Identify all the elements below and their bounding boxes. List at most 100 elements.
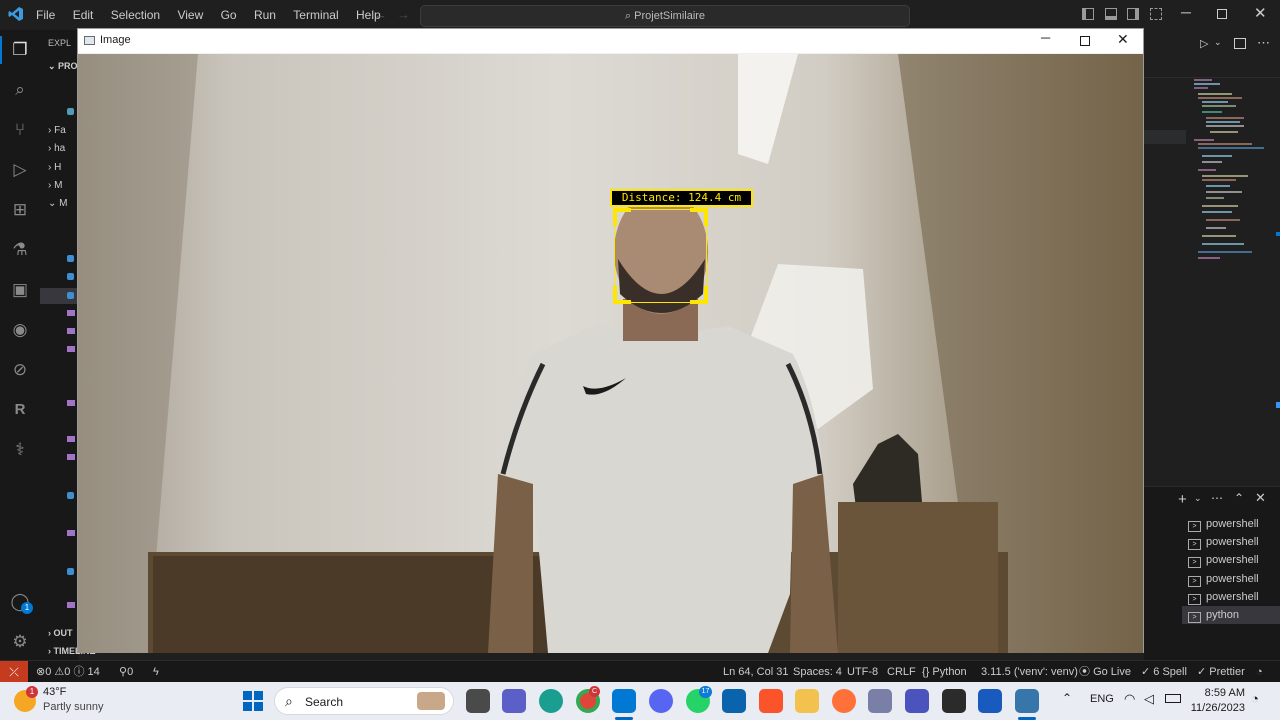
terminal-tab[interactable]: > powershell bbox=[1188, 533, 1280, 551]
outlook-icon[interactable] bbox=[722, 689, 746, 713]
maximize-icon[interactable] bbox=[1217, 9, 1227, 19]
menu-view[interactable]: View bbox=[177, 8, 203, 22]
encoding[interactable]: UTF-8 bbox=[847, 661, 878, 683]
split-editor-icon[interactable] bbox=[1234, 38, 1246, 49]
extensions-icon[interactable]: ⊞ bbox=[8, 198, 32, 222]
lightning-icon[interactable]: ϟ bbox=[153, 661, 159, 683]
maximize-icon[interactable] bbox=[1080, 36, 1090, 46]
chevron-down-icon[interactable]: ⌄ bbox=[1194, 493, 1202, 504]
python-interpreter[interactable]: 3.11.5 ('venv': venv) bbox=[981, 661, 1078, 683]
terminal-tab[interactable]: > powershell bbox=[1188, 551, 1280, 569]
forward-arrow-icon[interactable]: → bbox=[397, 7, 410, 22]
minimize-icon[interactable]: ─ bbox=[1181, 4, 1191, 20]
task-view-icon[interactable] bbox=[466, 689, 490, 713]
menu-selection[interactable]: Selection bbox=[111, 8, 160, 22]
close-icon[interactable]: ✕ bbox=[1254, 4, 1267, 22]
clock-time[interactable]: 8:59 AM bbox=[1193, 687, 1245, 699]
spell-check[interactable]: ✓ 6 Spell bbox=[1141, 661, 1187, 683]
chevron-down-icon[interactable]: ⌄ bbox=[1214, 37, 1222, 48]
toggle-secondary-sidebar-icon[interactable] bbox=[1127, 8, 1139, 20]
app-icon[interactable] bbox=[868, 689, 892, 713]
more-actions-icon[interactable]: ⋯ bbox=[1257, 35, 1270, 51]
word-icon[interactable] bbox=[978, 689, 1002, 713]
terminal-tab-label: powershell bbox=[1206, 554, 1259, 566]
source-control-icon[interactable]: ⑂ bbox=[8, 118, 32, 142]
tree-item[interactable]: › ha bbox=[48, 143, 65, 154]
menu-file[interactable]: File bbox=[36, 8, 55, 22]
tree-item[interactable]: ⌄ M bbox=[48, 198, 68, 209]
outline-section[interactable]: › OUT bbox=[48, 628, 73, 638]
python-app-icon[interactable] bbox=[1015, 689, 1039, 713]
menu-edit[interactable]: Edit bbox=[73, 8, 94, 22]
notifications-bell-icon[interactable]: ◔ bbox=[1256, 661, 1263, 683]
close-panel-icon[interactable]: ✕ bbox=[1255, 490, 1266, 506]
minimize-icon[interactable]: ─ bbox=[1041, 30, 1050, 45]
battery-icon[interactable] bbox=[1165, 694, 1181, 703]
github-icon[interactable]: ◉ bbox=[8, 318, 32, 342]
gitlens-icon[interactable]: ⊘ bbox=[8, 358, 32, 382]
remote-explorer-icon[interactable]: ▣ bbox=[8, 278, 32, 302]
notifications-bell-icon[interactable]: ◔ bbox=[1251, 691, 1259, 706]
image-file-icon bbox=[67, 602, 75, 608]
cursor-position[interactable]: Ln 64, Col 31 bbox=[723, 661, 788, 683]
r-language-icon[interactable]: R bbox=[8, 398, 32, 422]
more-actions-icon[interactable]: ⋯ bbox=[1211, 491, 1223, 505]
obs-icon[interactable] bbox=[942, 689, 966, 713]
tree-item[interactable]: › M bbox=[48, 180, 62, 191]
discord-icon[interactable] bbox=[649, 689, 673, 713]
show-hidden-icons-chevron-icon[interactable]: ⌃ bbox=[1062, 691, 1072, 705]
python-icon[interactable]: ⚕ bbox=[8, 438, 32, 462]
search-highlight-image bbox=[417, 692, 445, 710]
indentation[interactable]: Spaces: 4 bbox=[793, 661, 842, 683]
search-icon[interactable]: ⌕ bbox=[8, 78, 32, 102]
start-button-icon[interactable] bbox=[243, 691, 263, 711]
close-icon[interactable]: ✕ bbox=[1117, 31, 1129, 48]
menu-go[interactable]: Go bbox=[221, 8, 237, 22]
customize-layout-icon[interactable] bbox=[1150, 8, 1162, 20]
terminal-tab-label: python bbox=[1206, 609, 1240, 621]
file-explorer-icon[interactable] bbox=[795, 689, 819, 713]
tree-item[interactable]: › Fa bbox=[48, 125, 66, 136]
back-arrow-icon[interactable]: ← bbox=[374, 7, 387, 22]
explorer-icon[interactable]: ❐ bbox=[8, 38, 32, 62]
weather-description[interactable]: Partly sunny bbox=[43, 701, 104, 713]
firefox-icon[interactable] bbox=[832, 689, 856, 713]
tree-item[interactable]: › H bbox=[48, 162, 61, 173]
terminal-tab-active[interactable]: > python bbox=[1182, 606, 1280, 624]
teams-icon[interactable] bbox=[905, 689, 929, 713]
terminal-tab[interactable]: > powershell bbox=[1188, 588, 1280, 606]
new-terminal-icon[interactable]: + bbox=[1178, 491, 1187, 508]
taskbar-search-box[interactable]: ⌕ Search bbox=[274, 687, 454, 715]
ports-indicator[interactable]: ⚲0 bbox=[119, 661, 133, 683]
brave-browser-icon[interactable] bbox=[759, 689, 783, 713]
menu-terminal[interactable]: Terminal bbox=[293, 8, 338, 22]
toggle-sidebar-icon[interactable] bbox=[1082, 8, 1094, 20]
run-file-icon[interactable]: ▷ bbox=[1200, 37, 1208, 50]
settings-gear-icon[interactable]: ⚙ bbox=[8, 630, 32, 654]
teams-chat-icon[interactable] bbox=[502, 689, 526, 713]
language-mode[interactable]: {} Python bbox=[922, 661, 967, 683]
go-live-button[interactable]: ⦿ Go Live bbox=[1079, 661, 1131, 683]
volume-icon[interactable]: ◁ bbox=[1144, 691, 1154, 707]
explorer-root-folder[interactable]: ⌄ PRO bbox=[48, 61, 78, 72]
terminal-tab[interactable]: > powershell bbox=[1188, 515, 1280, 533]
testing-icon[interactable]: ⚗ bbox=[8, 238, 32, 262]
input-language[interactable]: ENG bbox=[1090, 693, 1114, 705]
vscode-taskbar-icon[interactable] bbox=[612, 689, 636, 713]
prettier-status[interactable]: ✓ Prettier bbox=[1197, 661, 1245, 683]
minimap[interactable] bbox=[1192, 78, 1270, 268]
problems-indicator[interactable]: ⊗0 ⚠0 ⓘ 14 bbox=[36, 661, 100, 683]
wifi-icon[interactable]: ◠ bbox=[1124, 691, 1135, 707]
toggle-panel-icon[interactable] bbox=[1105, 8, 1117, 20]
go-live-label: Go Live bbox=[1093, 666, 1131, 678]
maximize-panel-icon[interactable]: ⌃ bbox=[1234, 491, 1244, 505]
remote-indicator-icon[interactable]: ⤫ bbox=[0, 661, 28, 683]
edge-browser-icon[interactable] bbox=[539, 689, 563, 713]
terminal-tab[interactable]: > powershell bbox=[1188, 570, 1280, 588]
command-center[interactable]: ⌕ ProjetSimilaire bbox=[420, 5, 910, 27]
end-of-line[interactable]: CRLF bbox=[887, 661, 916, 683]
menu-run[interactable]: Run bbox=[254, 8, 276, 22]
clock-date[interactable]: 11/26/2023 bbox=[1189, 702, 1245, 714]
weather-temperature[interactable]: 43°F bbox=[43, 686, 66, 698]
run-debug-icon[interactable]: ▷ bbox=[8, 158, 32, 182]
